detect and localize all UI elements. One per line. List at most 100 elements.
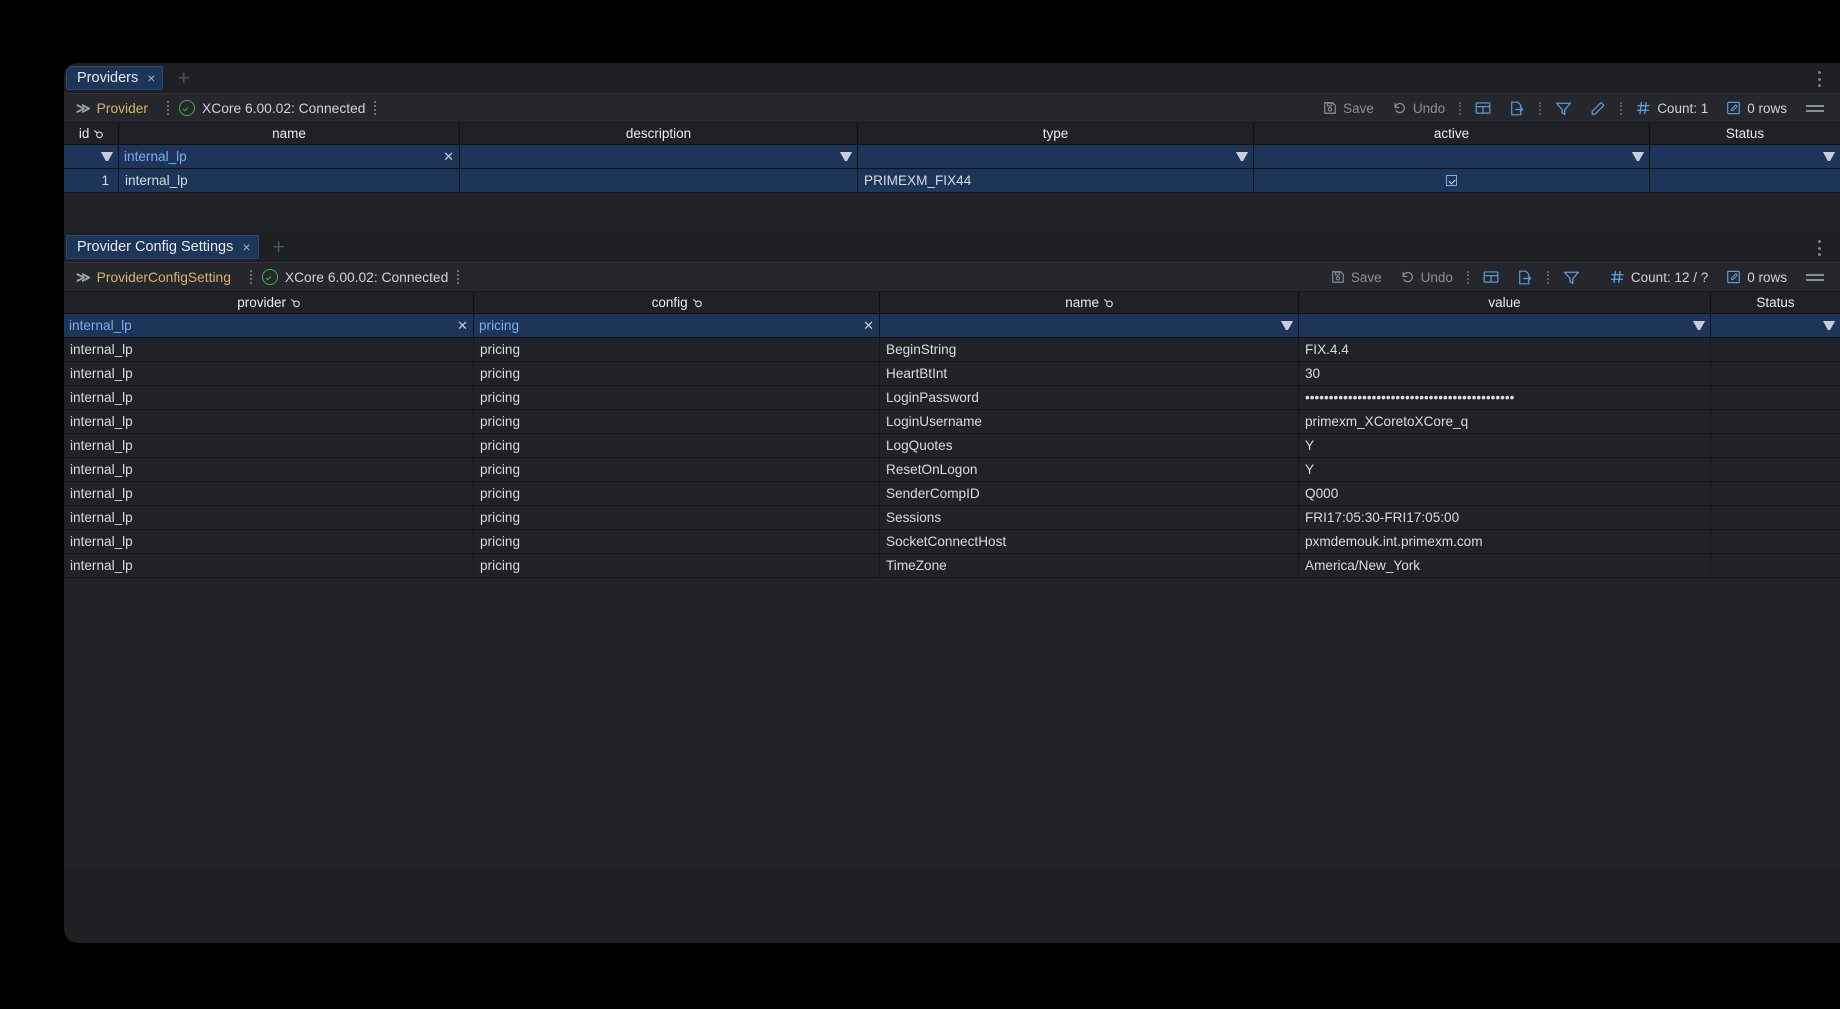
cell-name[interactable]: SocketConnectHost <box>880 530 1299 553</box>
table-row[interactable]: internal_lp pricing SocketConnectHost pxmde… <box>64 530 1840 554</box>
filter-type[interactable] <box>858 145 1254 168</box>
column-header-status[interactable]: Status <box>1650 123 1840 144</box>
cell-value[interactable]: ••••••••••••••••••••••••••••••••••••••••… <box>1299 386 1711 409</box>
cell-status[interactable] <box>1711 410 1840 433</box>
column-header-status[interactable]: Status <box>1711 292 1840 313</box>
column-header-type[interactable]: type <box>858 123 1254 144</box>
table-row[interactable]: internal_lp pricing LoginPassword •••••••••… <box>64 386 1840 410</box>
cell-name[interactable]: SenderCompID <box>880 482 1299 505</box>
rows-button[interactable]: 0 rows <box>1717 266 1796 288</box>
cell-active[interactable] <box>1254 169 1650 192</box>
cell-name[interactable]: LoginUsername <box>880 410 1299 433</box>
export-button[interactable] <box>1500 97 1534 119</box>
panel-menu-icon[interactable] <box>1812 239 1826 257</box>
table-row[interactable]: internal_lp pricing TimeZone America/New_Yo… <box>64 554 1840 578</box>
clear-filter-icon[interactable]: ✕ <box>863 318 874 334</box>
rows-button[interactable]: 0 rows <box>1717 97 1796 119</box>
filter-config[interactable]: pricing ✕ <box>474 314 880 337</box>
table-row[interactable]: internal_lp pricing ResetOnLogon Y <box>64 458 1840 482</box>
cell-status[interactable] <box>1711 530 1840 553</box>
clear-filter-icon[interactable]: ✕ <box>457 318 468 334</box>
cell-value[interactable]: pxmdemouk.int.primexm.com <box>1299 530 1711 553</box>
cell-status[interactable] <box>1711 458 1840 481</box>
expand-chevron-icon[interactable]: ≫ <box>72 269 97 286</box>
export-button[interactable] <box>1508 266 1542 288</box>
funnel-icon[interactable] <box>1693 321 1705 330</box>
cell-status[interactable] <box>1711 506 1840 529</box>
cell-provider[interactable]: internal_lp <box>64 458 474 481</box>
close-icon[interactable]: × <box>147 71 155 85</box>
cell-provider[interactable]: internal_lp <box>64 410 474 433</box>
column-header-name[interactable]: name <box>119 123 460 144</box>
filter-status[interactable] <box>1711 314 1840 337</box>
filter-id[interactable] <box>64 145 119 168</box>
cell-config[interactable]: pricing <box>474 530 880 553</box>
cell-provider[interactable]: internal_lp <box>64 434 474 457</box>
column-header-name[interactable]: name ⚲ <box>880 292 1299 313</box>
cell-status[interactable] <box>1711 434 1840 457</box>
table-row[interactable]: internal_lp pricing SenderCompID Q000 <box>64 482 1840 506</box>
cell-provider[interactable]: internal_lp <box>64 338 474 361</box>
cell-config[interactable]: pricing <box>474 386 880 409</box>
tab-provider-config-settings[interactable]: Provider Config Settings × <box>66 235 259 259</box>
cell-config[interactable]: pricing <box>474 506 880 529</box>
funnel-icon[interactable] <box>1823 321 1835 330</box>
cell-name[interactable]: BeginString <box>880 338 1299 361</box>
cell-name[interactable]: HeartBtInt <box>880 362 1299 385</box>
column-header-id[interactable]: id ⚲ <box>64 123 119 144</box>
cell-value[interactable]: primexm_XCoretoXCore_q <box>1299 410 1711 433</box>
cell-name[interactable]: ResetOnLogon <box>880 458 1299 481</box>
table-row[interactable]: internal_lp pricing BeginString FIX.4.4 <box>64 338 1840 362</box>
funnel-icon[interactable] <box>1281 321 1293 330</box>
cell-provider[interactable]: internal_lp <box>64 362 474 385</box>
checkbox-checked-icon[interactable] <box>1446 175 1457 186</box>
table-row[interactable]: internal_lp pricing LoginUsername primexm_X… <box>64 410 1840 434</box>
table-row[interactable]: 1 internal_lp PRIMEXM_FIX44 <box>64 169 1840 193</box>
column-header-active[interactable]: active <box>1254 123 1650 144</box>
cell-config[interactable]: pricing <box>474 458 880 481</box>
filter-status[interactable] <box>1650 145 1840 168</box>
funnel-icon[interactable] <box>840 152 852 161</box>
filter-value[interactable] <box>1299 314 1711 337</box>
filter-description[interactable] <box>460 145 858 168</box>
cell-provider[interactable]: internal_lp <box>64 506 474 529</box>
cell-value[interactable]: Q000 <box>1299 482 1711 505</box>
save-button[interactable]: Save <box>1314 97 1383 119</box>
tab-providers[interactable]: Providers × <box>66 66 164 90</box>
add-tab-icon[interactable]: + <box>269 237 289 258</box>
cell-name[interactable]: Sessions <box>880 506 1299 529</box>
cell-value[interactable]: Y <box>1299 458 1711 481</box>
cell-name[interactable]: LoginPassword <box>880 386 1299 409</box>
save-button[interactable]: Save <box>1322 266 1391 288</box>
funnel-icon[interactable] <box>1631 152 1644 161</box>
count-button[interactable]: Count: 1 <box>1627 97 1717 119</box>
cell-provider[interactable]: internal_lp <box>64 386 474 409</box>
cell-provider[interactable]: internal_lp <box>64 530 474 553</box>
cell-name[interactable]: TimeZone <box>880 554 1299 577</box>
expand-chevron-icon[interactable]: ≫ <box>72 100 97 117</box>
cell-status[interactable] <box>1711 362 1840 385</box>
cell-id[interactable]: 1 <box>64 169 119 192</box>
cell-value[interactable]: 30 <box>1299 362 1711 385</box>
column-header-value[interactable]: value <box>1299 292 1711 313</box>
add-tab-icon[interactable]: + <box>173 68 193 89</box>
cell-config[interactable]: pricing <box>474 362 880 385</box>
close-icon[interactable]: × <box>242 240 250 254</box>
table-row[interactable]: internal_lp pricing Sessions FRI17:05:30-FR… <box>64 506 1840 530</box>
hamburger-icon[interactable] <box>1796 104 1830 112</box>
cell-config[interactable]: pricing <box>474 338 880 361</box>
cell-name[interactable]: internal_lp <box>119 169 460 192</box>
cell-description[interactable] <box>460 169 858 192</box>
count-button[interactable]: Count: 12 / ? <box>1601 266 1717 288</box>
hamburger-icon[interactable] <box>1796 273 1830 281</box>
clear-filter-icon[interactable]: ✕ <box>443 149 454 165</box>
funnel-icon[interactable] <box>1823 152 1835 161</box>
cell-config[interactable]: pricing <box>474 482 880 505</box>
cell-value[interactable]: FIX.4.4 <box>1299 338 1711 361</box>
cell-status[interactable] <box>1711 554 1840 577</box>
filter-name[interactable] <box>880 314 1299 337</box>
cell-type[interactable]: PRIMEXM_FIX44 <box>858 169 1254 192</box>
filter-button[interactable] <box>1554 266 1589 288</box>
filter-provider[interactable]: internal_lp ✕ <box>64 314 474 337</box>
cell-config[interactable]: pricing <box>474 434 880 457</box>
